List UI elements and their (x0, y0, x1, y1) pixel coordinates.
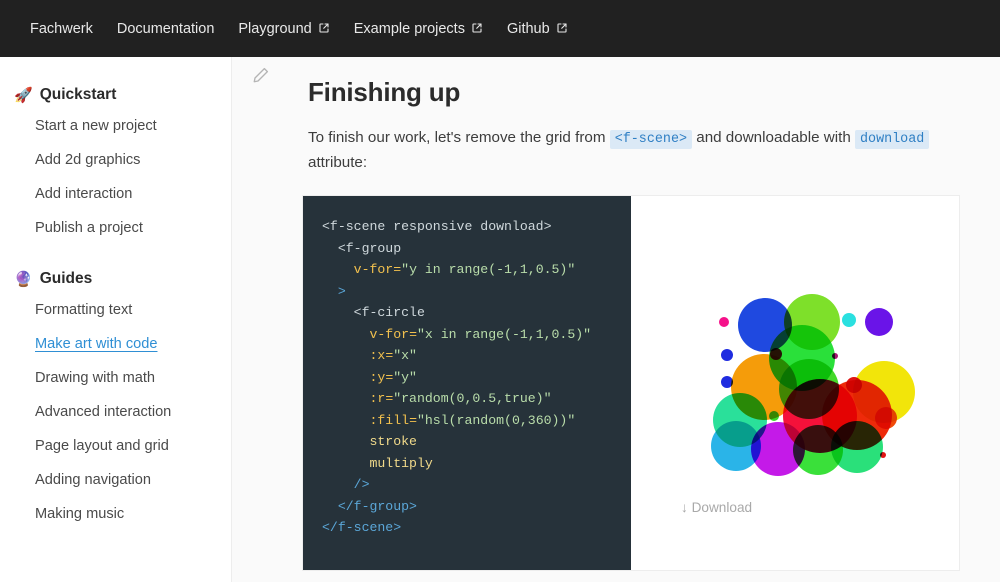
paragraph-text-part1: To finish our work, let's remove the gri… (308, 129, 610, 146)
main-content: Finishing up To finish our work, let's r… (232, 57, 1000, 582)
pencil-icon[interactable] (252, 66, 270, 84)
paragraph-text-part3: attribute: (308, 153, 368, 171)
paragraph-text-part2: and downloadable with (692, 129, 855, 146)
document-body: Finishing up To finish our work, let's r… (232, 57, 1000, 572)
sidebar-item-making-music[interactable]: Making music (0, 497, 231, 531)
external-link-icon (318, 22, 330, 34)
nav-link-label: Playground (238, 20, 312, 37)
nav-link-playground[interactable]: Playground (226, 21, 341, 37)
sidebar-item-advanced-interaction[interactable]: Advanced interaction (0, 395, 231, 429)
inline-code-f-scene: <f-scene> (609, 130, 693, 149)
external-link-icon (556, 22, 568, 34)
page-title: Finishing up (308, 77, 461, 107)
art-circle (719, 317, 730, 328)
art-circle (721, 349, 734, 362)
external-link-icon (471, 22, 483, 34)
art-circle (832, 353, 839, 360)
sidebar-navigation: 🚀 Quickstart Start a new project Add 2d gra… (0, 57, 232, 582)
nav-link-fachwerk[interactable]: Fachwerk (18, 21, 105, 37)
art-circle (865, 308, 894, 337)
code-demo-container: <f-scene responsive download> <f-group v… (302, 195, 960, 572)
art-circle (842, 313, 857, 328)
rocket-icon: 🚀 (14, 86, 33, 104)
sidebar-item-adding-navigation[interactable]: Adding navigation (0, 463, 231, 497)
nav-link-github[interactable]: Github (495, 21, 580, 37)
art-circle (769, 411, 780, 422)
sidebar-item-make-art-with-code[interactable]: Make art with code (0, 327, 231, 361)
sidebar-section-title: Guides (39, 270, 93, 287)
code-editor-pane[interactable]: <f-scene responsive download> <f-group v… (303, 196, 632, 571)
nav-link-label: Example projects (353, 20, 465, 37)
top-navigation-bar: Fachwerk Documentation Playground Example p… (0, 0, 1000, 57)
intro-paragraph: To finish our work, let's remove the gri… (308, 126, 968, 175)
nav-link-documentation[interactable]: Documentation (105, 21, 227, 37)
sidebar-item-drawing-with-math[interactable]: Drawing with math (0, 361, 231, 395)
sidebar-item-formatting-text[interactable]: Formatting text (0, 293, 231, 327)
nav-link-label: Fachwerk (30, 20, 93, 37)
sidebar-item-add-2d-graphics[interactable]: Add 2d graphics (0, 143, 231, 177)
sidebar-section-header: 🚀 Quickstart (0, 81, 231, 109)
code-block[interactable]: <f-scene responsive download> <f-group v… (322, 216, 631, 539)
sidebar-section-title: Quickstart (39, 86, 117, 103)
art-circle (875, 407, 898, 430)
preview-pane: ↓ Download (631, 196, 959, 571)
crystal-ball-icon: 🔮 (14, 270, 33, 288)
sidebar-section-header: 🔮 Guides (0, 265, 231, 293)
page-shell: 🚀 Quickstart Start a new project Add 2d gra… (0, 57, 1000, 582)
sidebar-item-publish-a-project[interactable]: Publish a project (0, 211, 231, 245)
sidebar-item-add-interaction[interactable]: Add interaction (0, 177, 231, 211)
nav-link-example-projects[interactable]: Example projects (342, 21, 495, 37)
sidebar-item-page-layout-and-grid[interactable]: Page layout and grid (0, 429, 231, 463)
nav-link-label: Github (506, 20, 550, 37)
generative-art-canvas (702, 292, 916, 477)
art-circle (880, 452, 887, 459)
sidebar-item-start-a-new-project[interactable]: Start a new project (0, 109, 231, 143)
download-link[interactable]: ↓ Download (681, 500, 752, 515)
inline-code-download: download (855, 130, 930, 149)
nav-link-label: Documentation (116, 20, 215, 37)
art-circle (831, 421, 884, 474)
